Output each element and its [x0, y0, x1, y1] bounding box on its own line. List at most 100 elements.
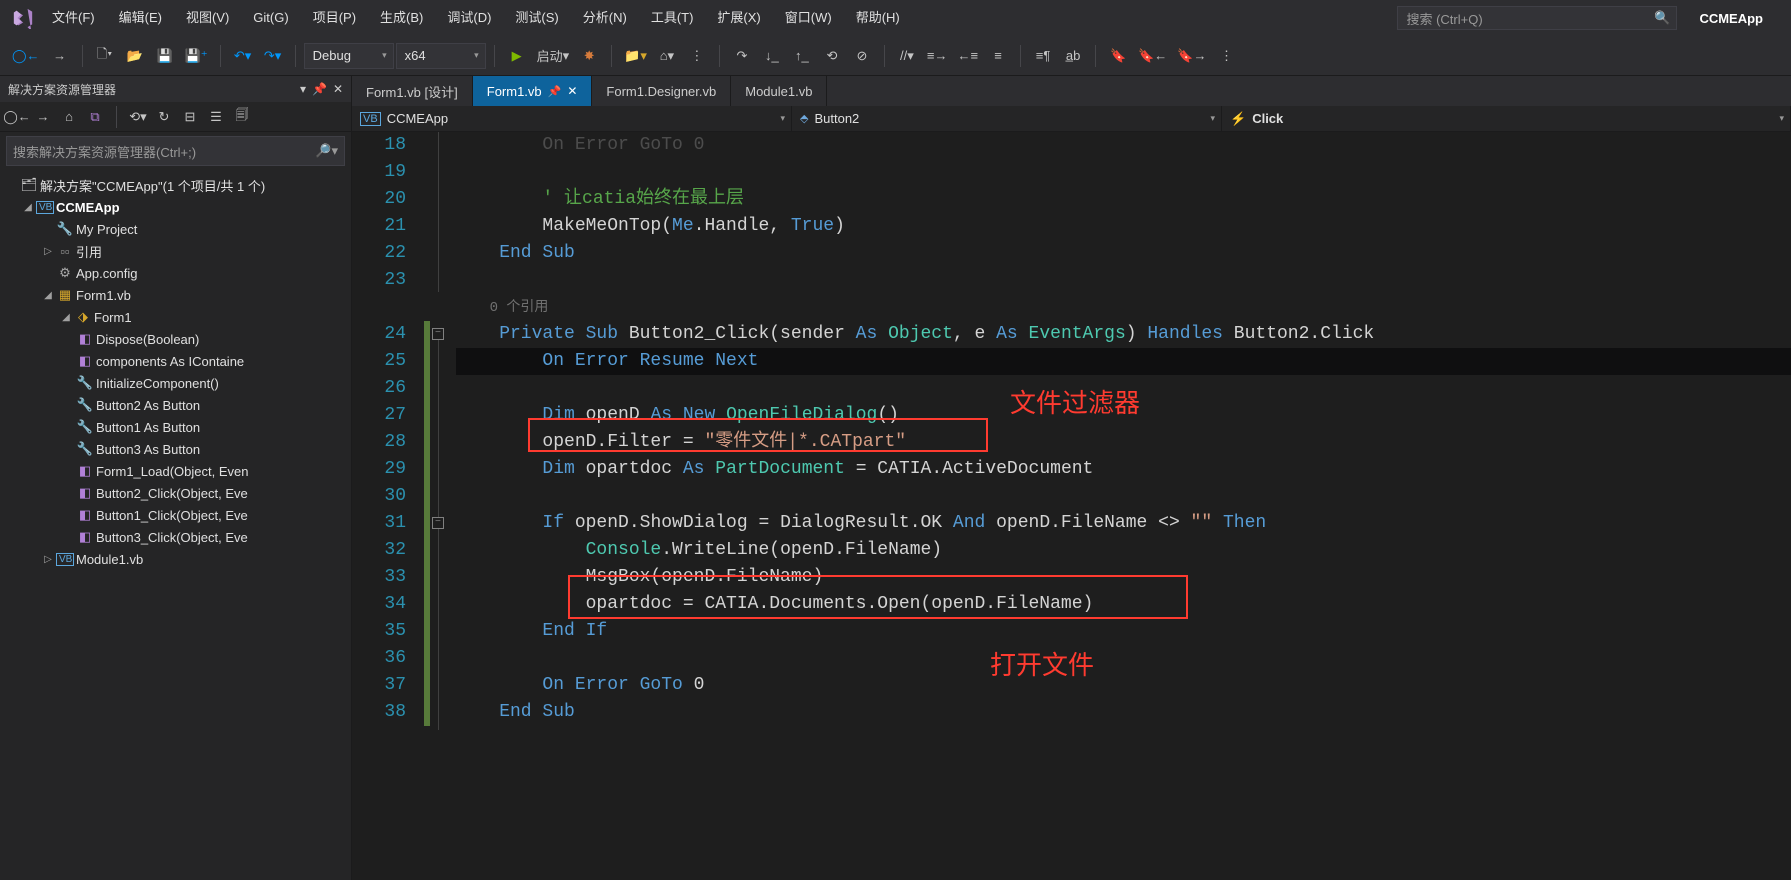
editor-tab[interactable]: Module1.vb [731, 76, 827, 106]
menu-item[interactable]: 扩展(X) [705, 0, 772, 36]
pin-icon[interactable]: 📌 [548, 85, 562, 98]
menu-item[interactable]: 编辑(E) [107, 0, 174, 36]
menu-item[interactable]: 项目(P) [301, 0, 368, 36]
open-button[interactable]: 📂 [121, 42, 149, 70]
btn1-node[interactable]: 🔧Button1 As Button [0, 416, 351, 438]
menu-item[interactable]: 测试(S) [503, 0, 570, 36]
show-all-icon[interactable]: ☰ [205, 106, 227, 128]
back-icon[interactable]: ◯← [6, 106, 28, 128]
tab-label: Form1.vb [487, 84, 542, 99]
menu-item[interactable]: 帮助(H) [844, 0, 912, 36]
menu-item[interactable]: 调试(D) [435, 0, 503, 36]
menu-item[interactable]: 生成(B) [368, 0, 435, 36]
btn1click-node[interactable]: ◧Button1_Click(Object, Eve [0, 504, 351, 526]
comment-button[interactable]: //▾ [893, 42, 921, 70]
save-all-button[interactable]: 💾⁺ [181, 42, 212, 70]
refresh-icon[interactable]: ↻ [153, 106, 175, 128]
editor-tab[interactable]: Form1.vb 📌 ✕ [473, 76, 593, 106]
global-search-input[interactable]: 搜索 (Ctrl+Q) 🔍 [1397, 6, 1677, 30]
home-icon[interactable]: ⌂ [58, 106, 80, 128]
btn2-node[interactable]: 🔧Button2 As Button [0, 394, 351, 416]
undo-button[interactable]: ↶▾ [229, 42, 257, 70]
menu-item[interactable]: 窗口(W) [773, 0, 844, 36]
bookmark-next-button[interactable]: 🔖→ [1173, 42, 1210, 70]
solution-node[interactable]: 🗂解决方案"CCMEApp"(1 个项目/共 1 个) [0, 174, 351, 196]
form1-class-node[interactable]: ◢⬗Form1 [0, 306, 351, 328]
dispose-node[interactable]: ◧Dispose(Boolean) [0, 328, 351, 350]
pin-icon[interactable]: 📌 [312, 82, 327, 96]
overflow1-button[interactable]: ⋮ [683, 42, 711, 70]
config-combo[interactable]: Debug▾ [304, 43, 394, 69]
nav-fwd-button[interactable]: → [46, 42, 74, 70]
close-icon[interactable]: ✕ [333, 82, 343, 96]
btn3-node[interactable]: 🔧Button3 As Button [0, 438, 351, 460]
close-icon[interactable]: ✕ [567, 84, 577, 98]
menu-item[interactable]: 文件(F) [40, 0, 107, 36]
code-editor[interactable]: 1819202122232425262728293031323334353637… [352, 132, 1791, 880]
nav-class-combo[interactable]: ⬘Button2▾ [792, 106, 1222, 131]
breakpoint-button[interactable]: ⊘ [848, 42, 876, 70]
format-button[interactable]: ≡ [984, 42, 1012, 70]
form1vb-node[interactable]: ◢▦Form1.vb [0, 284, 351, 306]
redo-button[interactable]: ↷▾ [259, 42, 287, 70]
nav-member-combo[interactable]: ⚡Click▾ [1222, 106, 1791, 131]
editor-tab[interactable]: Form1.Designer.vb [592, 76, 731, 106]
btn3click-node[interactable]: ◧Button3_Click(Object, Eve [0, 526, 351, 548]
tab-label: Form1.vb [设计] [366, 82, 458, 101]
toggle-ws-button[interactable]: a̲b [1059, 42, 1087, 70]
components-node[interactable]: ◧components As IContaine [0, 350, 351, 372]
editor-tab[interactable]: Form1.vb [设计] [352, 76, 473, 106]
editor-tabs: Form1.vb [设计] Form1.vb 📌 ✕ Form1.Designer.vb… [352, 76, 1791, 106]
show-hidden-button[interactable]: ⌂▾ [653, 42, 681, 70]
references-node[interactable]: ▷▫▫引用 [0, 240, 351, 262]
solution-explorer-panel: 解决方案资源管理器 ▾ 📌 ✕ ◯← → ⌂ ⧉ ⟲▾ ↻ ⊟ ☰ 🗐 搜索解决… [0, 76, 352, 880]
appconfig-node[interactable]: ⚙App.config [0, 262, 351, 284]
solution-explorer-title: 解决方案资源管理器 ▾ 📌 ✕ [0, 76, 351, 102]
uncomment-button[interactable]: ≡¶ [1029, 42, 1057, 70]
platform-combo[interactable]: x64▾ [396, 43, 486, 69]
menu-item[interactable]: 工具(T) [639, 0, 706, 36]
start-label[interactable]: 启动 ▾ [533, 42, 574, 70]
save-button[interactable]: 💾 [151, 42, 179, 70]
menu-item[interactable]: 视图(V) [174, 0, 241, 36]
fold-toggle[interactable]: − [432, 517, 444, 529]
editor-area: Form1.vb [设计] Form1.vb 📌 ✕ Form1.Designer.vb… [352, 76, 1791, 880]
bookmark-prev-button[interactable]: 🔖← [1134, 42, 1171, 70]
nav-back-button[interactable]: ◯← [8, 42, 44, 70]
solution-explorer-toolbar: ◯← → ⌂ ⧉ ⟲▾ ↻ ⊟ ☰ 🗐 [0, 102, 351, 132]
myproject-node[interactable]: 🔧My Project [0, 218, 351, 240]
initcomp-node[interactable]: 🔧InitializeComponent() [0, 372, 351, 394]
menubar: 文件(F)编辑(E)视图(V)Git(G)项目(P)生成(B)调试(D)测试(S… [0, 0, 1791, 36]
project-node[interactable]: ◢VBCCMEApp [0, 196, 351, 218]
overflow2-button[interactable]: ⋮ [1212, 42, 1240, 70]
menu-item[interactable]: Git(G) [241, 0, 300, 36]
collapse-icon[interactable]: ⊟ [179, 106, 201, 128]
restart-button[interactable]: ⟲ [818, 42, 846, 70]
menu-item[interactable]: 分析(N) [571, 0, 639, 36]
bookmark-button[interactable]: 🔖 [1104, 42, 1132, 70]
step-into-button[interactable]: ↓_ [758, 42, 786, 70]
fwd-icon[interactable]: → [32, 106, 54, 128]
nav-scope-combo[interactable]: VBCCMEApp▾ [352, 106, 792, 131]
start-debug-button[interactable]: ▶ [503, 42, 531, 70]
indent-dec-button[interactable]: ←≡ [953, 42, 982, 70]
btn2click-node[interactable]: ◧Button2_Click(Object, Eve [0, 482, 351, 504]
indent-inc-button[interactable]: ≡→ [923, 42, 952, 70]
main-toolbar: ◯← → 🗋▾ 📂 💾 💾⁺ ↶▾ ↷▾ Debug▾ x64▾ ▶ 启动 ▾ … [0, 36, 1791, 76]
sync-icon[interactable]: ⟲▾ [127, 106, 149, 128]
new-item-button[interactable]: 🗋▾ [91, 42, 119, 70]
properties-icon[interactable]: 🗐 [231, 106, 253, 128]
switch-view-icon[interactable]: ⧉ [84, 106, 106, 128]
solution-tree[interactable]: 🗂解决方案"CCMEApp"(1 个项目/共 1 个) ◢VBCCMEApp 🔧… [0, 170, 351, 880]
browse-folder-button[interactable]: 📁▾ [620, 42, 651, 70]
fold-toggle[interactable]: − [432, 328, 444, 340]
module1-node[interactable]: ▷VBModule1.vb [0, 548, 351, 570]
form1load-node[interactable]: ◧Form1_Load(Object, Even [0, 460, 351, 482]
tab-label: Form1.Designer.vb [606, 84, 716, 99]
tab-label: Module1.vb [745, 84, 812, 99]
panel-dropdown-icon[interactable]: ▾ [300, 82, 306, 96]
step-over-button[interactable]: ↷ [728, 42, 756, 70]
step-out-button[interactable]: ↑_ [788, 42, 816, 70]
hot-reload-button[interactable]: ✸ [575, 42, 603, 70]
solution-search-input[interactable]: 搜索解决方案资源管理器(Ctrl+;) 🔎▾ [6, 136, 345, 166]
